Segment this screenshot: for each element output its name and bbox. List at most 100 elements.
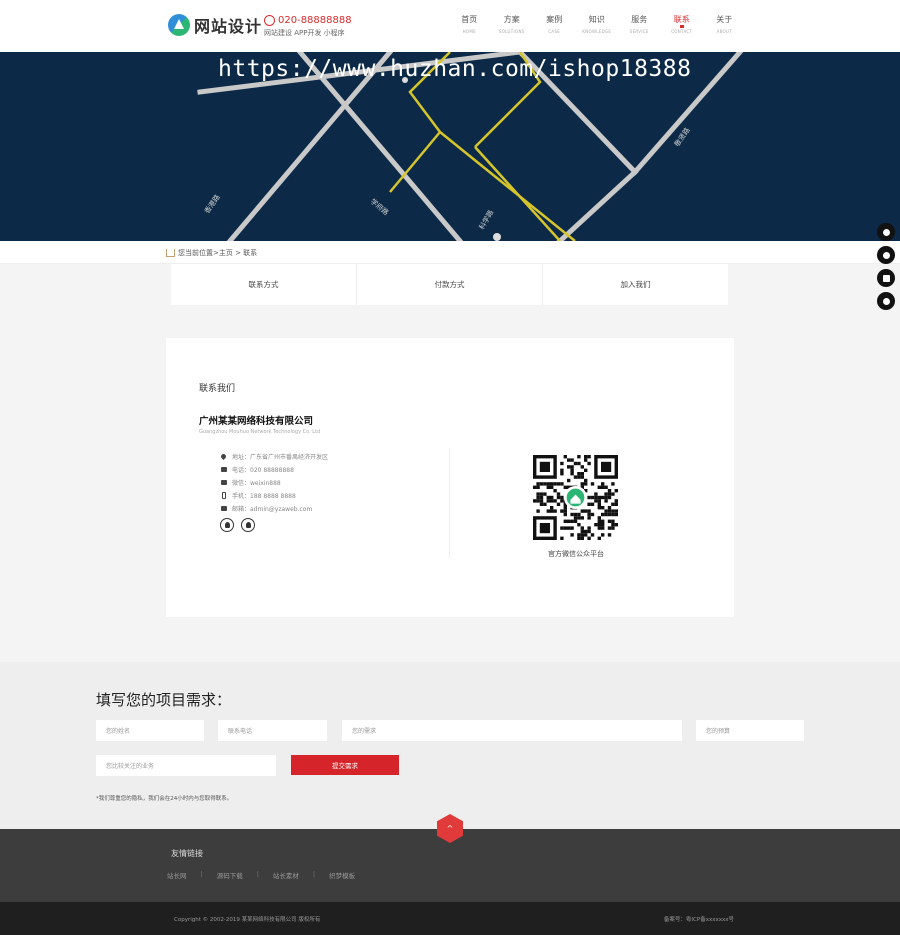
nav-label: 知识 [588, 15, 605, 24]
active-indicator [679, 25, 684, 28]
qq-icon[interactable] [877, 223, 895, 241]
contact-info-text: 电话：020 88888888 [232, 467, 294, 474]
nav-label: 方案 [503, 15, 520, 24]
nav-label-en: SERVICE [629, 29, 649, 34]
concern-input[interactable]: 您比较关注的业务 [96, 755, 276, 776]
nav-label-en: CASE [548, 29, 561, 34]
contact-card: 联系我们 广州某某网络科技有限公司 Guangzhou Mouhuo Netwo… [166, 338, 734, 617]
wechat-icon[interactable] [877, 246, 895, 264]
tab-1[interactable]: 付款方式 [357, 264, 543, 305]
copyright: Copyright © 2002-2019 某某网络科技有限公司 版权所有 [174, 917, 321, 923]
contact-info-row: 邮箱：admin@yzaweb.com [220, 502, 328, 515]
nav-label-en: HOME [462, 29, 476, 34]
map-street-label: 学府路 [369, 197, 391, 217]
site-header: 网站设计 020-88888888 网站建设 APP开发 小程序 首页 HOME 方… [0, 0, 900, 52]
map-marker [493, 233, 501, 241]
friend-links: 站长网 | 源码下载 | 站长素材 | 织梦模板 [167, 870, 355, 880]
logo-icon [168, 14, 190, 36]
main-nav: 首页 HOME 方案 SOLUTIONS 案例 CASE 知识 KNOWLEDGE 服务 SERV… [448, 14, 746, 34]
phone-icon[interactable] [877, 292, 895, 310]
social-icons [220, 518, 262, 532]
breadcrumb: 您当前位置>主页 > 联系 [166, 248, 257, 258]
budget-input[interactable]: 您的预算 [696, 720, 804, 741]
breadcrumb-text[interactable]: 您当前位置>主页 > 联系 [178, 248, 257, 258]
nav-label-en: CONTACT [671, 29, 693, 34]
map-route [474, 146, 561, 241]
phone-input[interactable]: 联系电话 [218, 720, 327, 741]
friend-link[interactable]: 站长素材 [273, 870, 299, 880]
contact-title: 联系我们 [199, 384, 236, 394]
submit-button[interactable]: 提交需求 [291, 755, 399, 775]
tab-0[interactable]: 联系方式 [171, 264, 357, 305]
phone-icon [220, 466, 227, 473]
nav-item-service[interactable]: 服务 SERVICE [618, 14, 661, 34]
map-street-label: 科学路 [477, 208, 495, 231]
name-input[interactable]: 您的姓名 [96, 720, 204, 741]
qq-icon[interactable] [220, 518, 234, 532]
company-name: 广州某某网络科技有限公司 [199, 416, 314, 427]
nav-label: 联系 [673, 15, 690, 24]
hotline-number: 020-88888888 [278, 15, 352, 26]
contact-info-text: 手机：188 8888 8888 [232, 493, 296, 500]
nav-label: 关于 [716, 15, 733, 24]
company-name-en: Guangzhou Mouhuo Network Technology Co. … [199, 429, 321, 435]
nav-item-contact[interactable]: 联系 CONTACT [661, 14, 704, 34]
contact-info-text: 地址：广东省广州市番禺经济开发区 [232, 454, 329, 461]
qr-caption: 官方微信公众平台 [548, 550, 604, 558]
nav-label-en: KNOWLEDGE [582, 29, 612, 34]
nav-label: 首页 [461, 15, 478, 24]
link-separator: | [256, 870, 259, 878]
breadcrumb-band: 您当前位置>主页 > 联系 [0, 241, 900, 264]
tab-2[interactable]: 加入我们 [543, 264, 728, 305]
map-banner: 香港路 学府路 敬贤路 科学路 https://www.huzhan.com/i… [0, 52, 900, 241]
footer-bottom: Copyright © 2002-2019 某某网络科技有限公司 版权所有 备案… [0, 902, 900, 935]
need-input[interactable]: 您的需求 [342, 720, 682, 741]
logo-text: 网站设计 [194, 17, 263, 36]
friend-link[interactable]: 源码下载 [217, 870, 243, 880]
friend-links-title: 友情链接 [171, 849, 203, 858]
icp-number[interactable]: 备案号：粤ICP备xxxxxxx号 [664, 915, 734, 923]
nav-label-en: SOLUTIONS [498, 29, 525, 34]
home-icon [166, 249, 175, 257]
form-title: 填写您的项目需求： [96, 691, 232, 709]
map-road [556, 168, 639, 241]
hotline-subtitle: 网站建设 APP开发 小程序 [264, 29, 345, 37]
email-icon [220, 505, 227, 512]
message-icon[interactable] [877, 269, 895, 287]
site-logo[interactable]: 网站设计 [168, 13, 262, 37]
nav-label: 案例 [546, 15, 563, 24]
nav-item-home[interactable]: 首页 HOME [448, 14, 491, 34]
map-route [439, 131, 576, 241]
location-icon [219, 452, 228, 461]
footer: ^ 友情链接 站长网 | 源码下载 | 站长素材 | 织梦模板 [0, 814, 900, 902]
mobile-icon [220, 492, 227, 499]
nav-label: 服务 [631, 15, 648, 24]
nav-item-knowledge[interactable]: 知识 KNOWLEDGE [576, 14, 619, 34]
wechat-qr-code [533, 455, 618, 540]
contact-info-row: 地址：广东省广州市番禺经济开发区 [219, 450, 329, 463]
contact-info-row: 微信：weixin888 [220, 476, 328, 489]
contact-info-text: 微信：weixin888 [232, 480, 281, 487]
contact-tabs: 联系方式 付款方式 加入我们 [171, 264, 728, 305]
form-note: *我们尊重您的隐私，我们会在24小时内与您取得联系。 [96, 796, 233, 802]
nav-item-about[interactable]: 关于 ABOUT [703, 14, 746, 34]
divider [449, 448, 450, 558]
requirement-form: 填写您的项目需求： 您的姓名 联系电话 您的需求 您的预算 您比较关注的业务 提… [0, 662, 900, 829]
friend-link[interactable]: 织梦模板 [329, 870, 355, 880]
contact-info-row: 手机：188 8888 8888 [220, 489, 328, 502]
nav-item-solutions[interactable]: 方案 SOLUTIONS [491, 14, 534, 34]
nav-label-en: ABOUT [716, 29, 732, 34]
link-separator: | [200, 870, 203, 878]
friend-link[interactable]: 站长网 [167, 870, 187, 880]
contact-info-text: 邮箱：admin@yzaweb.com [232, 506, 313, 513]
floating-toolbar [877, 223, 895, 315]
contact-info-row: 电话：020 88888888 [220, 463, 328, 476]
contact-info-list: 地址：广东省广州市番禺经济开发区 电话：020 88888888 微信：weixin… [219, 450, 329, 515]
wechat-icon [220, 479, 227, 486]
watermark-url: https://www.huzhan.com/ishop18388 [218, 56, 692, 82]
phone-icon [264, 15, 275, 26]
qq-icon[interactable] [241, 518, 255, 532]
link-separator: | [312, 870, 316, 878]
hotline: 020-88888888 网站建设 APP开发 小程序 [264, 15, 352, 38]
nav-item-case[interactable]: 案例 CASE [533, 14, 576, 34]
